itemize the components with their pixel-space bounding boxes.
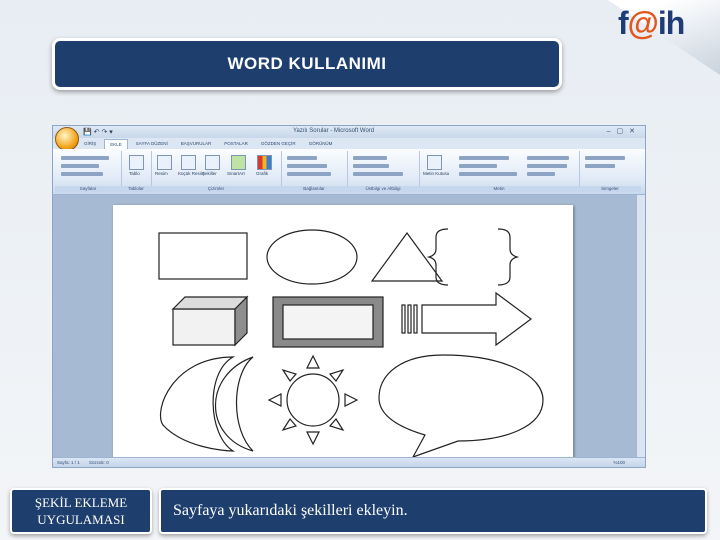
ribbon-group-baglantilar: Bağlantılar [281, 151, 348, 192]
document-page [113, 205, 573, 465]
shapes-icon [205, 155, 220, 170]
rectangle-shape [158, 232, 248, 280]
slide-title: WORD KULLANIMI [227, 54, 387, 73]
status-words: Sözcük: 0 [89, 460, 109, 465]
ribbon-group-metin: Metin Kutusu Metin [419, 151, 580, 192]
word-window-title: Yazılı Sorular - Microsoft Word [293, 128, 375, 134]
bottom-label-line1: ŞEKİL EKLEME [34, 495, 128, 510]
bevel-shape [272, 296, 384, 348]
ribbon-tabs: GİRİŞ EKLE SAYFA DÜZENİ BAŞVURULAR POSTA… [79, 139, 337, 149]
brace-pair-shape [426, 228, 520, 286]
moon-shape [159, 356, 236, 452]
word-title-bar: 💾 ↶ ↷ ▾ Yazılı Sorular - Microsoft Word … [53, 126, 645, 138]
clipart-icon [181, 155, 196, 170]
word-status-bar: Sayfa: 1 / 1 Sözcük: 0 %100 [53, 457, 645, 467]
chart-icon [257, 155, 272, 170]
picture-icon [157, 155, 172, 170]
tab-basvurular: BAŞVURULAR [180, 141, 212, 146]
ellipse-shape [266, 229, 358, 285]
tab-gozden-gecir: GÖZDEN GEÇİR [260, 141, 296, 146]
tab-sayfa-duzeni: SAYFA DÜZENİ [135, 141, 168, 146]
office-button-icon [55, 127, 79, 151]
textbox-icon [427, 155, 442, 170]
window-controls: –▢✕ [606, 128, 641, 135]
fatih-logo: f@ih [618, 5, 685, 41]
vertical-scrollbar [636, 195, 645, 457]
tab-gorunum: GÖRÜNÜM [308, 141, 333, 146]
ribbon: Sayfalar Tablo Tablolar Resim Küçük Resi… [53, 149, 645, 195]
ribbon-group-cizimler: Resim Küçük Resim Şekiller SmartArt Graf… [151, 151, 282, 192]
sun-shape [267, 354, 359, 446]
status-page: Sayfa: 1 / 1 [57, 460, 80, 465]
triangle-shape [370, 231, 444, 282]
smartart-icon [231, 155, 246, 170]
speech-bubble-shape [378, 354, 544, 459]
cube-shape [171, 295, 249, 347]
ribbon-group-tablolar: Tablo Tablolar [121, 151, 152, 192]
ribbon-group-ustbilgi: Üstbilgi ve Altbilgi [347, 151, 420, 192]
status-zoom: %100 [613, 460, 625, 465]
instruction-bar: Sayfaya yukarıdaki şekilleri ekleyin. [159, 488, 707, 534]
document-area [53, 195, 637, 465]
tab-giris: GİRİŞ [84, 141, 97, 146]
slide-title-bar: WORD KULLANIMI [52, 38, 562, 90]
shapes-drawing [158, 228, 544, 459]
ribbon-group-simgeler: Simgeler [579, 151, 641, 192]
quick-access-toolbar: 💾 ↶ ↷ ▾ [83, 129, 113, 136]
bottom-label-line2: UYGULAMASI [37, 512, 125, 527]
word-window-screenshot: 💾 ↶ ↷ ▾ Yazılı Sorular - Microsoft Word … [52, 125, 646, 468]
striped-arrow-shape [401, 291, 533, 347]
tab-postalar: POSTALAR [224, 141, 248, 146]
bottom-section-label: ŞEKİL EKLEME UYGULAMASI [10, 488, 152, 534]
table-icon [129, 155, 144, 170]
instruction-text: Sayfaya yukarıdaki şekilleri ekleyin. [173, 502, 408, 519]
ribbon-group-sayfalar: Sayfalar [55, 151, 122, 192]
tab-ekle: EKLE [104, 139, 128, 149]
